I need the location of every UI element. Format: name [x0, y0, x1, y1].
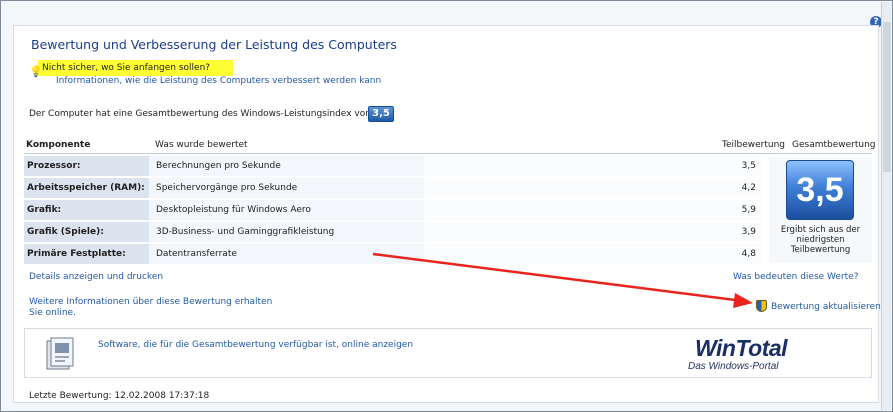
row-component: Prozessor: [27, 161, 81, 171]
score-badge: 3,5 [368, 106, 394, 122]
scrollbar[interactable] [881, 2, 891, 410]
header-subscore: Teilbewertung [722, 140, 786, 150]
software-box: Software, die für die Gesamtbewertung ve… [24, 328, 872, 378]
software-online-link[interactable]: Software, die für die Gesamtbewertung ve… [98, 340, 413, 350]
total-score: 3,5 [786, 160, 854, 220]
update-rating-link[interactable]: Bewertung aktualisieren [771, 302, 881, 312]
header-component: Komponente [26, 140, 91, 150]
row-component: Arbeitsspeicher (RAM): [27, 183, 145, 193]
window: ? Bewertung und Verbesserung der Leistun… [0, 0, 893, 412]
row-component: Grafik: [27, 205, 62, 215]
row-subscore: 4,2 [741, 183, 756, 193]
meaning-link[interactable]: Was bedeuten diese Werte? [733, 272, 859, 282]
page-title: Bewertung und Verbesserung der Leistung … [31, 37, 397, 52]
header-what: Was wurde bewertet [155, 140, 248, 150]
table-row: Grafik: Desktopleistung für Windows Aero… [24, 200, 762, 221]
row-subscore: 5,9 [741, 205, 756, 215]
wintotal-logo-subtitle: Das Windows-Portal [688, 361, 779, 372]
main-panel: Bewertung und Verbesserung der Leistung … [13, 25, 881, 403]
software-box-icon [46, 337, 74, 370]
header-total: Gesamtbewertung [792, 140, 876, 150]
row-what: Speichervorgänge pro Sekunde [156, 183, 298, 193]
details-print-link[interactable]: Details anzeigen und drucken [29, 272, 163, 282]
row-subscore: 4,8 [741, 249, 756, 259]
row-component: Primäre Festplatte: [27, 249, 126, 259]
total-score-box: 3,5 Ergibt sich aus der niedrigsten Teil… [769, 157, 872, 263]
table-row: Arbeitsspeicher (RAM): Speichervorgänge … [24, 178, 762, 199]
more-info-link[interactable]: Weitere Informationen über diese Bewertu… [29, 297, 272, 307]
row-what: Desktopleistung für Windows Aero [156, 205, 311, 215]
row-subscore: 3,9 [741, 227, 756, 237]
table-row: Grafik (Spiele): 3D-Business- und Gaming… [24, 222, 762, 243]
summary-text: Der Computer hat eine Gesamtbewertung de… [29, 109, 371, 119]
table-row: Prozessor: Berechnungen pro Sekunde 3,5 [24, 156, 762, 177]
lightbulb-icon: 💡 [29, 65, 43, 78]
scrollbar-thumb[interactable] [883, 22, 891, 172]
wintotal-logo: WinTotal [695, 335, 788, 361]
row-what: Datentransferrate [156, 249, 237, 259]
row-what: Berechnungen pro Sekunde [156, 161, 281, 171]
table-header: Komponente Was wurde bewertet Teilbewert… [24, 138, 876, 154]
row-subscore: 3,5 [741, 161, 756, 171]
row-what: 3D-Business- und Gaminggrafikleistung [156, 227, 335, 237]
table-row: Primäre Festplatte: Datentransferrate 4,… [24, 244, 762, 265]
hint-question: Nicht sicher, wo Sie anfangen sollen? [42, 63, 211, 73]
improve-performance-link[interactable]: Informationen, wie die Leistung des Comp… [56, 76, 381, 86]
online-link[interactable]: Sie online. [29, 308, 76, 318]
last-rating: Letzte Bewertung: 12.02.2008 17:37:18 [29, 391, 210, 401]
row-component: Grafik (Spiele): [27, 227, 104, 237]
total-caption: Ergibt sich aus der niedrigsten Teilbewe… [780, 225, 861, 255]
shield-icon[interactable] [756, 300, 767, 312]
